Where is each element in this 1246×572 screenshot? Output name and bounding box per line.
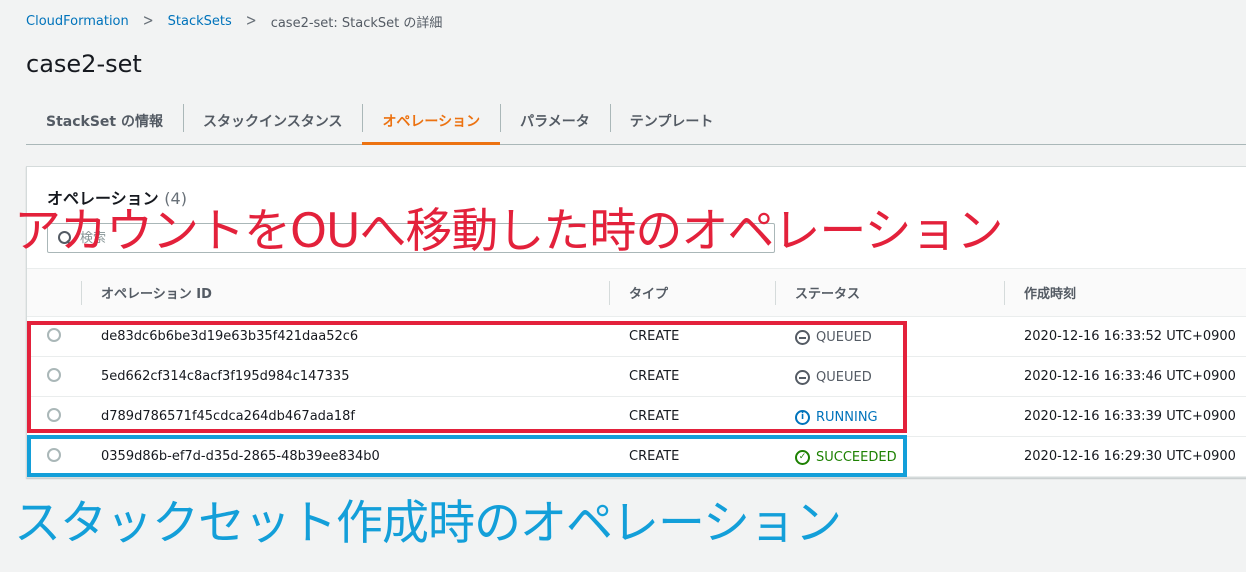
- operation-created: 2020-12-16 16:33:46 UTC+0900: [1024, 369, 1236, 384]
- annotation-red-text: アカウントをOUへ移動した時のオペレーション: [14, 204, 1003, 259]
- tab-bar: StackSet の情報 スタックインスタンス オペレーション パラメータ テン…: [26, 97, 1246, 145]
- breadcrumb-stacksets[interactable]: StackSets: [168, 14, 232, 29]
- column-type[interactable]: タイプ: [609, 269, 775, 317]
- tab-parameters[interactable]: パラメータ: [500, 97, 610, 144]
- page: CloudFormation > StackSets > case2-set: …: [0, 0, 1246, 572]
- tab-template[interactable]: テンプレート: [609, 97, 734, 144]
- column-select: [27, 269, 81, 317]
- operation-created: 2020-12-16 16:29:30 UTC+0900: [1024, 449, 1236, 464]
- breadcrumb: CloudFormation > StackSets > case2-set: …: [26, 12, 443, 32]
- tab-stack-instances[interactable]: スタックインスタンス: [182, 97, 362, 144]
- column-status[interactable]: ステータス: [775, 269, 1004, 317]
- page-title: case2-set: [26, 50, 142, 78]
- annotation-red-box: [27, 321, 907, 433]
- breadcrumb-current: case2-set: StackSet の詳細: [270, 16, 443, 31]
- tab-operations[interactable]: オペレーション: [362, 97, 500, 145]
- breadcrumb-cloudformation[interactable]: CloudFormation: [26, 14, 129, 29]
- tab-stackset-info[interactable]: StackSet の情報: [26, 97, 183, 144]
- column-operation-id[interactable]: オペレーション ID: [81, 269, 609, 317]
- breadcrumb-separator: >: [142, 12, 154, 31]
- column-created[interactable]: 作成時刻: [1004, 269, 1246, 317]
- table-header-row: オペレーション ID タイプ ステータス 作成時刻: [27, 268, 1246, 317]
- operation-created: 2020-12-16 16:33:39 UTC+0900: [1024, 409, 1236, 424]
- breadcrumb-separator: >: [245, 12, 257, 31]
- annotation-blue-box: [27, 435, 907, 477]
- annotation-blue-text: スタックセット作成時のオペレーション: [14, 496, 842, 551]
- operation-created: 2020-12-16 16:33:52 UTC+0900: [1024, 329, 1236, 344]
